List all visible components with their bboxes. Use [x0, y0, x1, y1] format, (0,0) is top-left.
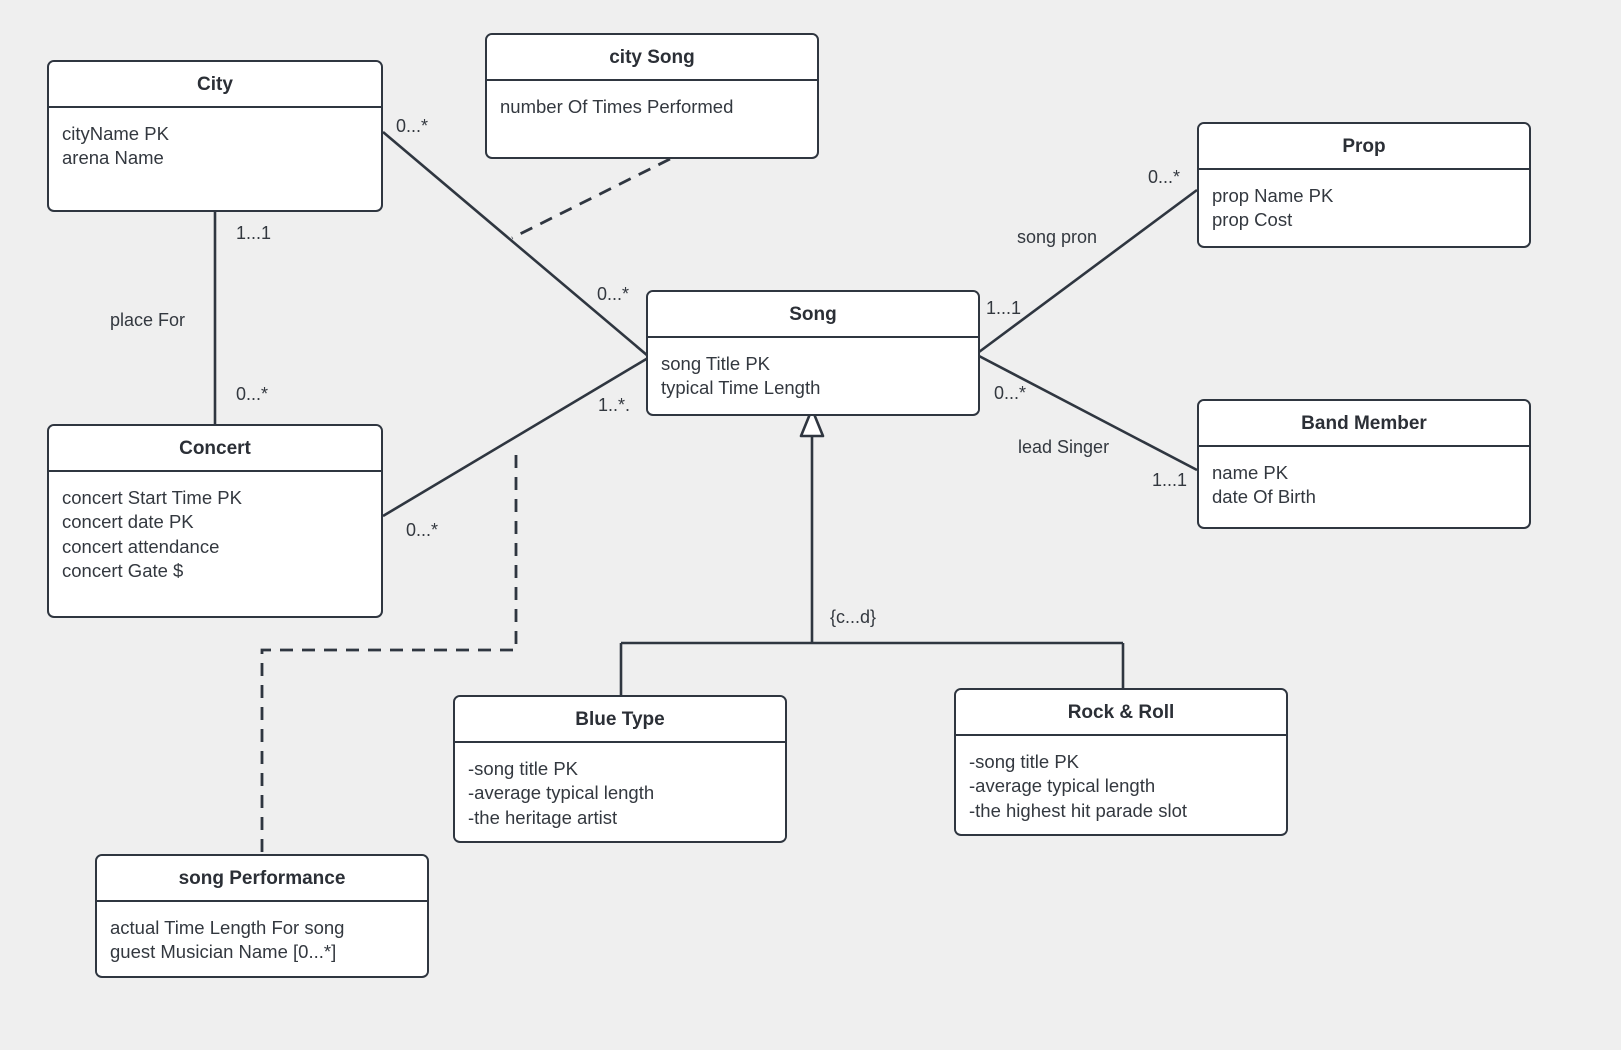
- multiplicity-song-from-city: 0...*: [597, 284, 630, 304]
- attribute-item: concert Gate $: [62, 560, 184, 582]
- attribute-item: typical Time Length: [661, 377, 821, 399]
- class-attributes-city: cityName PK arena Name: [49, 108, 381, 181]
- class-name-city: City: [49, 62, 381, 108]
- attribute-item: date Of Birth: [1212, 486, 1316, 508]
- attribute-item: -the highest hit parade slot: [969, 799, 1188, 821]
- attribute-item: -song title PK: [969, 751, 1080, 772]
- attribute-item: number Of Times Performed: [500, 96, 734, 117]
- class-box-prop[interactable]: Prop prop Name PK prop Cost: [1197, 122, 1531, 248]
- attribute-item: cityName PK: [62, 123, 169, 144]
- multiplicity-city-to-song: 0...*: [396, 116, 429, 136]
- class-attributes-rock-and-roll: -song title PK -average typical length -…: [956, 736, 1286, 834]
- role-song-pron: song pron: [1017, 227, 1098, 247]
- attribute-item: guest Musician Name [0...*]: [110, 941, 337, 963]
- class-box-city-song[interactable]: city Song number Of Times Performed: [485, 33, 819, 159]
- attribute-item: -song title PK: [468, 758, 579, 779]
- class-name-rock-and-roll: Rock & Roll: [956, 690, 1286, 736]
- attribute-item: -average typical length: [468, 782, 655, 804]
- multiplicity-song-from-concert: 1..*.: [598, 395, 631, 415]
- association-concert-song: [382, 356, 649, 518]
- class-box-rock-and-roll[interactable]: Rock & Roll -song title PK -average typi…: [954, 688, 1288, 836]
- attribute-item: -average typical length: [969, 775, 1156, 797]
- class-name-concert: Concert: [49, 426, 381, 472]
- generalization-constraint-label: {c...d}: [830, 607, 877, 627]
- class-name-blue-type: Blue Type: [455, 697, 785, 743]
- multiplicity-city-to-concert-top: 1...1: [236, 223, 272, 243]
- association-city-song: [382, 131, 649, 357]
- class-attributes-song-performance: actual Time Length For song guest Musici…: [97, 902, 427, 975]
- class-box-band-member[interactable]: Band Member name PK date Of Birth: [1197, 399, 1531, 529]
- uml-class-diagram: City cityName PK arena Name city Song nu…: [0, 0, 1621, 1050]
- attribute-item: arena Name: [62, 147, 164, 169]
- class-attributes-blue-type: -song title PK -average typical length -…: [455, 743, 785, 841]
- class-name-band-member: Band Member: [1199, 401, 1529, 447]
- class-name-prop: Prop: [1199, 124, 1529, 170]
- association-song-prop: [978, 188, 1198, 354]
- multiplicity-song-to-band-member: 0...*: [994, 383, 1027, 403]
- multiplicity-band-member: 1...1: [1152, 470, 1188, 490]
- attribute-item: name PK: [1212, 462, 1289, 483]
- class-attributes-band-member: name PK date Of Birth: [1199, 447, 1529, 520]
- class-name-city-song: city Song: [487, 35, 817, 81]
- attribute-item: concert attendance: [62, 535, 220, 557]
- role-place-for: place For: [110, 310, 186, 330]
- attribute-item: prop Name PK: [1212, 185, 1334, 206]
- attribute-item: concert Start Time PK: [62, 487, 242, 508]
- attribute-item: prop Cost: [1212, 209, 1293, 231]
- class-name-song-performance: song Performance: [97, 856, 427, 902]
- class-attributes-city-song: number Of Times Performed: [487, 81, 817, 130]
- multiplicity-concert-to-song: 0...*: [406, 520, 439, 540]
- class-box-song-performance[interactable]: song Performance actual Time Length For …: [95, 854, 429, 978]
- class-attributes-concert: concert Start Time PK concert date PK co…: [49, 472, 381, 594]
- attribute-item: -the heritage artist: [468, 806, 618, 828]
- multiplicity-prop: 0...*: [1148, 167, 1181, 187]
- association-class-link-citysong: [511, 157, 671, 240]
- class-box-blue-type[interactable]: Blue Type -song title PK -average typica…: [453, 695, 787, 843]
- class-attributes-song: song Title PK typical Time Length: [648, 338, 978, 411]
- attribute-item: actual Time Length For song: [110, 917, 345, 938]
- class-box-song[interactable]: Song song Title PK typical Time Length: [646, 290, 980, 416]
- role-lead-singer: lead Singer: [1018, 437, 1110, 457]
- class-attributes-prop: prop Name PK prop Cost: [1199, 170, 1529, 243]
- multiplicity-song-to-prop: 1...1: [986, 298, 1022, 318]
- class-box-city[interactable]: City cityName PK arena Name: [47, 60, 383, 212]
- attribute-item: song Title PK: [661, 353, 771, 374]
- attribute-item: concert date PK: [62, 511, 194, 533]
- class-box-concert[interactable]: Concert concert Start Time PK concert da…: [47, 424, 383, 618]
- multiplicity-city-to-concert-bottom: 0...*: [236, 384, 269, 404]
- class-name-song: Song: [648, 292, 978, 338]
